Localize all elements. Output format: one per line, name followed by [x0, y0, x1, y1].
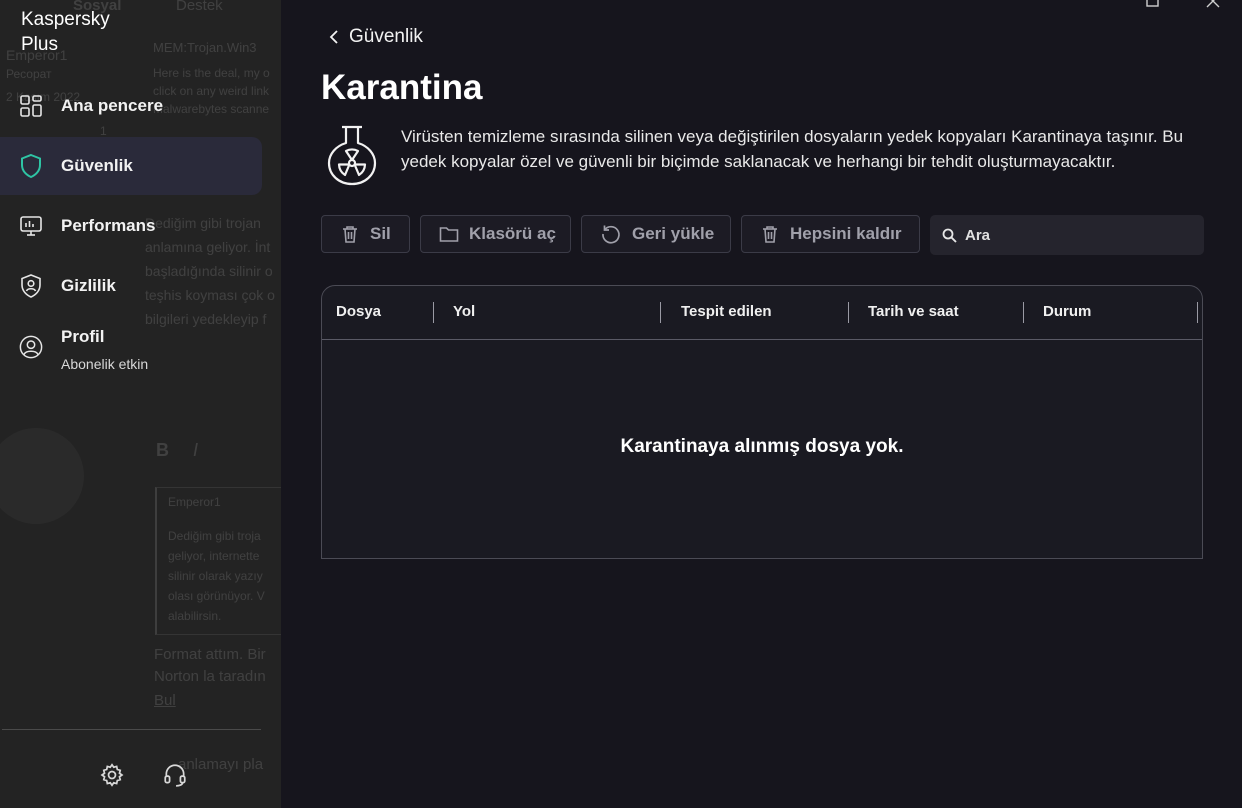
- trash-icon: [343, 226, 357, 243]
- ghost-tab-support: Destek: [176, 0, 223, 14]
- page-title: Karantina: [321, 68, 483, 107]
- column-resize-handle[interactable]: [660, 302, 661, 323]
- search-input[interactable]: [963, 225, 1197, 245]
- ghost-editor-italic: I: [193, 440, 199, 460]
- sidebar-item-label: Ana pencere: [61, 96, 164, 115]
- ghost-editor-bold: B: [156, 440, 169, 460]
- restore-button-label: Geri yükle: [632, 224, 715, 243]
- brand-line: Plus: [21, 34, 58, 55]
- ghost-reply-link: Bul: [154, 692, 176, 709]
- help-icon[interactable]: [1029, 0, 1043, 8]
- maximize-icon[interactable]: [1146, 0, 1160, 8]
- restore-icon: [602, 225, 620, 244]
- trash-icon: [763, 226, 777, 243]
- ghost-avatar: [0, 428, 84, 524]
- ghost-quote-line: Dediğim gibi troja: [168, 529, 261, 543]
- column-resize-handle[interactable]: [1197, 302, 1198, 323]
- quarantine-flask-icon: [327, 125, 377, 186]
- ghost-quote-line: olası görünüyor. V: [168, 589, 265, 603]
- sidebar-item-main-window[interactable]: Ana pencere: [0, 77, 262, 135]
- ghost-quote-user: Emperor1: [168, 495, 221, 509]
- sidebar-item-profile[interactable]: Profil Abonelik etkin: [0, 318, 262, 376]
- shield-icon: [19, 153, 43, 179]
- sidebar: Sosyal Destek Emperor1 Ресорат 2 Kasım 2…: [0, 0, 281, 808]
- sidebar-item-label: Performans: [61, 216, 156, 235]
- sidebar-divider: [2, 729, 261, 730]
- column-resize-handle[interactable]: [848, 302, 849, 323]
- open-folder-button[interactable]: Klasörü aç: [420, 215, 571, 253]
- column-header-detected[interactable]: Tespit edilen: [681, 303, 772, 320]
- search-icon: [942, 228, 957, 243]
- close-icon[interactable]: [1206, 0, 1220, 8]
- subscription-status: Abonelik etkin: [61, 356, 149, 372]
- ghost-quote-line: geliyor, internette: [168, 549, 260, 563]
- sidebar-item-security[interactable]: Güvenlik: [0, 137, 262, 195]
- back-link[interactable]: Güvenlik: [329, 24, 423, 50]
- gear-icon[interactable]: [98, 761, 126, 789]
- open-folder-button-label: Klasörü aç: [469, 224, 556, 243]
- chevron-left-icon: [329, 30, 338, 44]
- remove-all-button[interactable]: Hepsini kaldır: [741, 215, 920, 253]
- sidebar-item-privacy[interactable]: Gizlilik: [0, 257, 262, 315]
- sidebar-item-label: Gizlilik: [61, 276, 116, 295]
- back-link-label: Güvenlik: [349, 26, 423, 47]
- ghost-footer-line: anlamayı pla: [178, 756, 264, 773]
- column-resize-handle[interactable]: [1023, 302, 1024, 323]
- privacy-shield-icon: [19, 274, 43, 298]
- table-header: Dosya Yol Tespit edilen Tarih ve saat Du…: [322, 286, 1202, 340]
- column-header-file[interactable]: Dosya: [336, 303, 381, 320]
- remove-all-button-label: Hepsini kaldır: [790, 224, 902, 243]
- column-header-status[interactable]: Durum: [1043, 303, 1091, 320]
- column-header-date-time[interactable]: Tarih ve saat: [868, 303, 959, 320]
- brand-line: Kaspersky: [21, 9, 110, 30]
- main-panel: Güvenlik Karantina Virüsten temizleme sı…: [281, 0, 1242, 808]
- profile-icon: [19, 335, 43, 359]
- dashboard-icon: [19, 94, 43, 118]
- headset-icon[interactable]: [161, 761, 189, 789]
- ghost-quote-line: alabilirsin.: [168, 609, 222, 623]
- column-header-path[interactable]: Yol: [453, 303, 475, 320]
- app-brand: Kaspersky Plus: [21, 7, 110, 57]
- search-box[interactable]: [930, 215, 1204, 255]
- ghost-thread-title: MEM:Trojan.Win3: [153, 40, 257, 55]
- ghost-reply-line: Norton la taradın: [154, 668, 266, 685]
- empty-state-message: Karantinaya alınmış dosya yok.: [620, 436, 904, 457]
- sidebar-item-performance[interactable]: Performans: [0, 197, 262, 255]
- sidebar-item-label: Profil: [61, 327, 105, 346]
- ghost-quote-line: silinir olarak yazıy: [168, 569, 263, 583]
- delete-button[interactable]: Sil: [321, 215, 410, 253]
- ghost-reply-line: Format attım. Bir: [154, 646, 266, 663]
- quarantine-description: Virüsten temizleme sırasında silinen vey…: [401, 127, 1184, 171]
- sidebar-item-label: Güvenlik: [61, 156, 133, 175]
- folder-icon: [439, 227, 459, 242]
- delete-button-label: Sil: [370, 224, 391, 243]
- monitor-icon: [19, 214, 43, 238]
- quarantine-table: Dosya Yol Tespit edilen Tarih ve saat Du…: [321, 285, 1203, 559]
- column-resize-handle[interactable]: [433, 302, 434, 323]
- restore-button[interactable]: Geri yükle: [581, 215, 731, 253]
